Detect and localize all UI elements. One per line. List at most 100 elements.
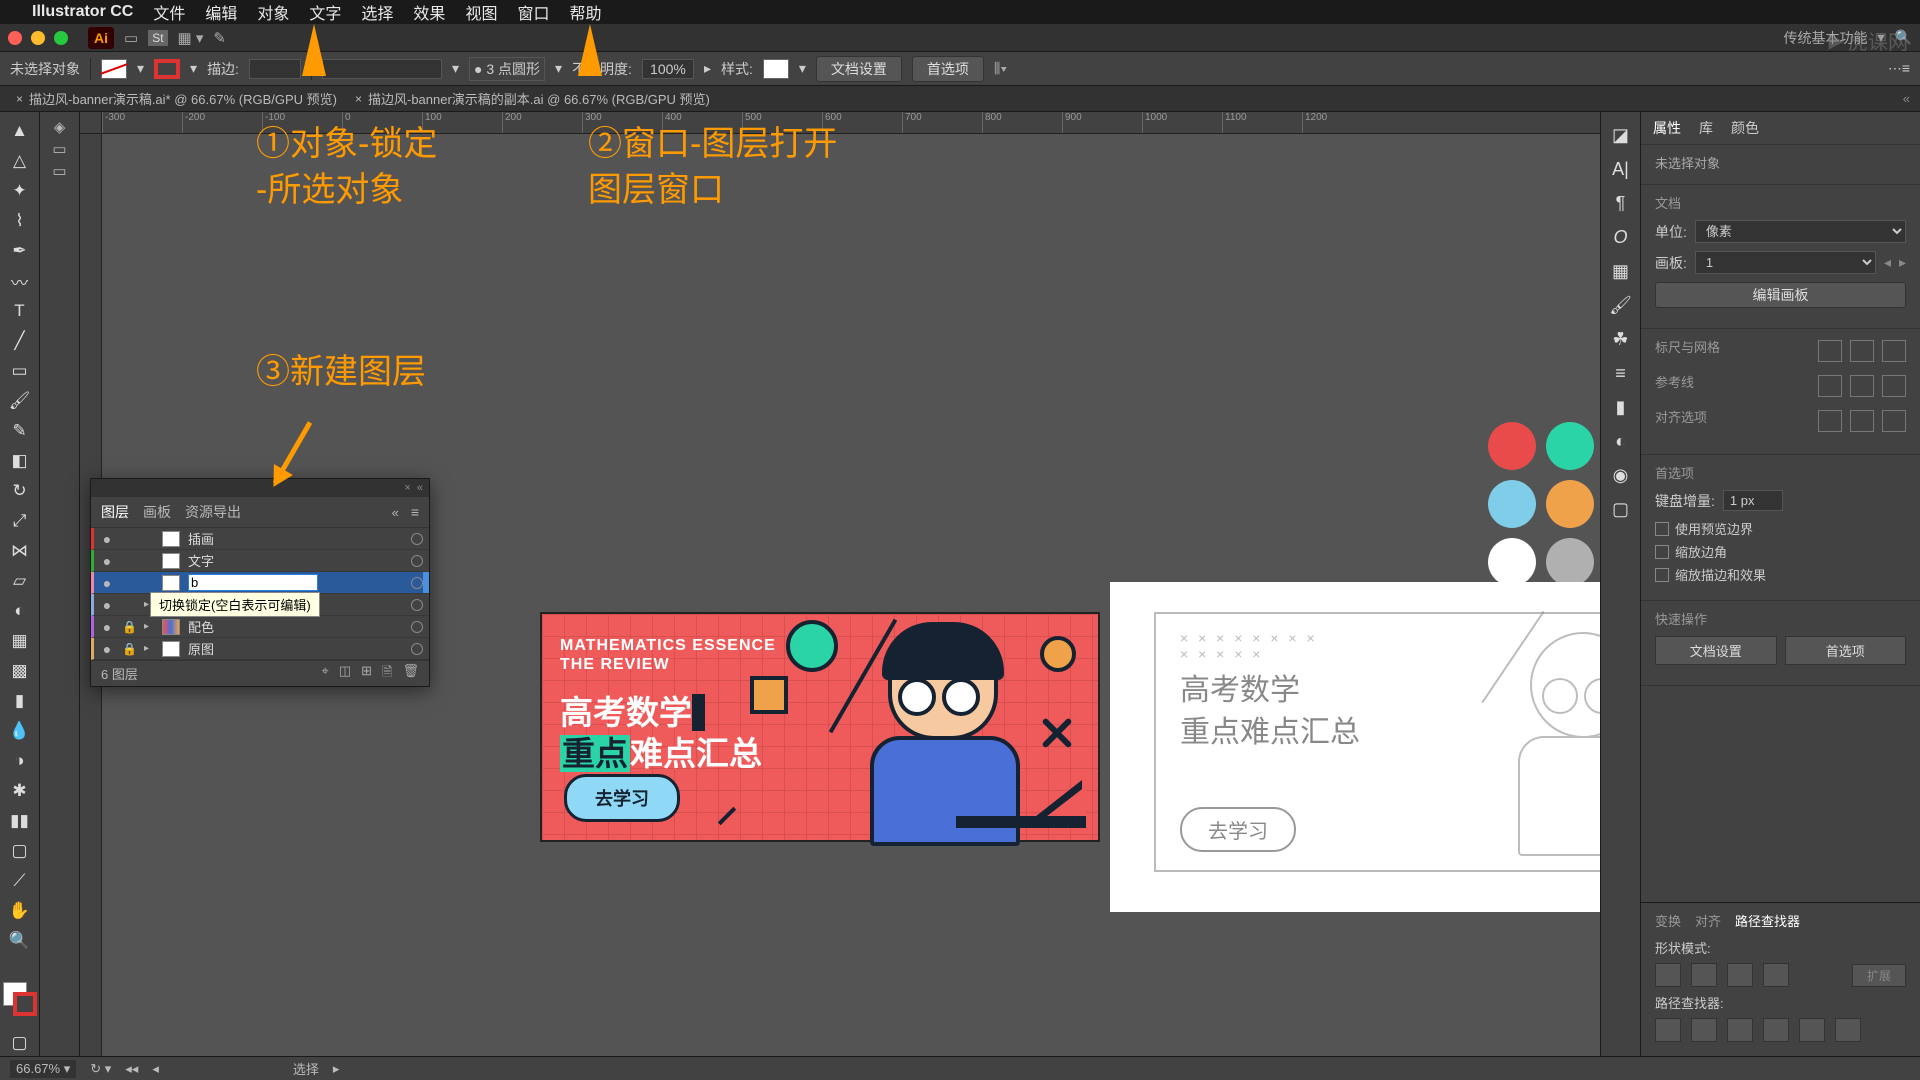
guides-show-icon[interactable] bbox=[1818, 375, 1842, 397]
minimize-window-icon[interactable] bbox=[31, 31, 45, 45]
hand-tool-icon[interactable]: ✋ bbox=[6, 898, 34, 924]
crop-icon[interactable] bbox=[1763, 1018, 1789, 1042]
zoom-tool-icon[interactable]: 🔍 bbox=[6, 928, 34, 954]
visibility-toggle-icon[interactable]: ● bbox=[100, 553, 114, 569]
swatches-panel-icon[interactable]: ▦ bbox=[1608, 258, 1634, 284]
rectangle-tool-icon[interactable]: ▭ bbox=[6, 358, 34, 384]
snap-pixel-icon[interactable] bbox=[1818, 410, 1842, 432]
minus-front-icon[interactable] bbox=[1691, 963, 1717, 987]
exclude-icon[interactable] bbox=[1763, 963, 1789, 987]
horizontal-ruler[interactable]: -300-200-1000100200300400500600700800900… bbox=[102, 112, 1600, 134]
stroke-weight-input[interactable] bbox=[249, 59, 301, 79]
guides-lock-icon[interactable] bbox=[1850, 375, 1874, 397]
character-panel-icon[interactable]: A| bbox=[1608, 156, 1634, 182]
slice-tool-icon[interactable]: ⟋ bbox=[6, 868, 34, 894]
paintbrush-tool-icon[interactable]: 🖌 bbox=[6, 388, 34, 414]
panel-grip[interactable]: × « bbox=[91, 479, 429, 497]
stock-icon[interactable]: St bbox=[148, 30, 167, 46]
eyedropper-tool-icon[interactable]: 💧 bbox=[6, 718, 34, 744]
graphic-style-swatch[interactable] bbox=[763, 59, 789, 79]
layer-row[interactable]: ●🔒▸配色 bbox=[91, 616, 429, 638]
artboard-tool-icon[interactable]: ▢ bbox=[6, 838, 34, 864]
fill-stroke-control[interactable] bbox=[3, 982, 37, 1016]
units-select[interactable]: 像素 bbox=[1695, 220, 1906, 243]
align-to-icon[interactable]: ⫼▾ bbox=[994, 60, 1007, 77]
color-panel-icon[interactable]: ◪ bbox=[1608, 122, 1634, 148]
unite-icon[interactable] bbox=[1655, 963, 1681, 987]
lock-toggle-icon[interactable]: 🔒 bbox=[122, 642, 136, 656]
gpu-icon[interactable]: ✎ bbox=[213, 29, 226, 47]
tab-layers[interactable]: 图层 bbox=[101, 502, 129, 522]
artboard-nav-icon[interactable]: ◂ bbox=[152, 1061, 159, 1077]
locate-layer-icon[interactable]: ⌖ bbox=[322, 663, 329, 685]
new-sublayer-icon[interactable]: ⊞ bbox=[361, 663, 372, 685]
tab-pathfinder[interactable]: 路径查找器 bbox=[1735, 911, 1800, 930]
opacity-input[interactable] bbox=[642, 59, 694, 79]
visibility-toggle-icon[interactable]: ● bbox=[100, 597, 114, 613]
target-icon[interactable] bbox=[411, 621, 423, 633]
lock-toggle-icon[interactable]: 🔒 bbox=[122, 620, 136, 634]
blend-tool-icon[interactable]: ◑ bbox=[6, 748, 34, 774]
symbols-panel-icon[interactable]: ☘ bbox=[1608, 326, 1634, 352]
menu-select[interactable]: 选择 bbox=[361, 0, 393, 24]
target-icon[interactable] bbox=[411, 533, 423, 545]
layer-name-input[interactable] bbox=[188, 574, 318, 591]
selection-tool-icon[interactable]: ▲ bbox=[6, 118, 34, 144]
artboards-panel-icon[interactable]: ▭ bbox=[52, 140, 66, 158]
menu-type[interactable]: 文字 bbox=[309, 0, 341, 24]
artboard-select[interactable]: 1 bbox=[1695, 251, 1876, 274]
visibility-toggle-icon[interactable]: ● bbox=[100, 575, 114, 591]
graphic-styles-panel-icon[interactable]: ▢ bbox=[1608, 496, 1634, 522]
width-tool-icon[interactable]: ⋈ bbox=[6, 538, 34, 564]
zoom-window-icon[interactable] bbox=[54, 31, 68, 45]
menu-window[interactable]: 窗口 bbox=[517, 0, 549, 24]
scale-tool-icon[interactable]: ⤢ bbox=[6, 508, 34, 534]
fill-swatch[interactable] bbox=[101, 59, 127, 79]
target-icon[interactable] bbox=[411, 599, 423, 611]
stroke-swatch[interactable] bbox=[154, 59, 180, 79]
tab-color[interactable]: 颜色 bbox=[1731, 118, 1759, 138]
menu-help[interactable]: 帮助 bbox=[569, 0, 601, 24]
preferences-button[interactable]: 首选项 bbox=[912, 56, 984, 82]
panel-collapse-icon[interactable]: « bbox=[392, 505, 397, 520]
ruler-toggle-icon[interactable] bbox=[1818, 340, 1842, 362]
stroke-panel-icon[interactable]: ≡ bbox=[1608, 360, 1634, 386]
asset-export-panel-icon[interactable]: ▭ bbox=[52, 162, 66, 180]
lasso-tool-icon[interactable]: ⌇ bbox=[6, 208, 34, 234]
screen-mode-icon[interactable]: ▢ bbox=[6, 1030, 34, 1056]
layers-panel-icon[interactable]: ◈ bbox=[54, 118, 66, 136]
gradient-panel-icon[interactable]: ▮ bbox=[1608, 394, 1634, 420]
target-icon[interactable] bbox=[411, 577, 423, 589]
grid-toggle-icon[interactable] bbox=[1850, 340, 1874, 362]
use-preview-bounds-checkbox[interactable]: 使用预览边界 bbox=[1655, 519, 1906, 538]
perspective-tool-icon[interactable]: ▦ bbox=[6, 628, 34, 654]
layer-row[interactable]: ● bbox=[91, 572, 429, 594]
stroke-color-icon[interactable] bbox=[13, 992, 37, 1016]
trim-icon[interactable] bbox=[1691, 1018, 1717, 1042]
panel-close-icon[interactable]: × bbox=[404, 482, 410, 494]
target-icon[interactable] bbox=[411, 555, 423, 567]
close-tab-icon[interactable]: × bbox=[16, 92, 23, 106]
close-window-icon[interactable] bbox=[8, 31, 22, 45]
tab-properties[interactable]: 属性 bbox=[1653, 118, 1681, 138]
quick-doc-setup-button[interactable]: 文档设置 bbox=[1655, 636, 1777, 665]
transparency-panel-icon[interactable]: ◐ bbox=[1608, 428, 1634, 454]
direct-selection-tool-icon[interactable]: △ bbox=[6, 148, 34, 174]
shaper-tool-icon[interactable]: ✎ bbox=[6, 418, 34, 444]
merge-icon[interactable] bbox=[1727, 1018, 1753, 1042]
artboard-nav-prev-icon[interactable]: ◂◂ bbox=[125, 1061, 138, 1077]
delete-layer-icon[interactable]: 🗑 bbox=[402, 663, 419, 685]
tab-libraries[interactable]: 库 bbox=[1699, 118, 1713, 138]
menu-object[interactable]: 对象 bbox=[257, 0, 289, 24]
new-layer-icon[interactable]: 🗎 bbox=[382, 663, 392, 685]
layers-panel[interactable]: × « 图层 画板 资源导出 « ≡ ●插画●文字●●▸●🔒▸配色●🔒▸原图 6… bbox=[90, 478, 430, 687]
rotate-tool-icon[interactable]: ↻ bbox=[6, 478, 34, 504]
tab-transform[interactable]: 变换 bbox=[1655, 911, 1681, 930]
intersect-icon[interactable] bbox=[1727, 963, 1753, 987]
minus-back-icon[interactable] bbox=[1835, 1018, 1861, 1042]
appearance-panel-icon[interactable]: ◉ bbox=[1608, 462, 1634, 488]
eraser-tool-icon[interactable]: ◧ bbox=[6, 448, 34, 474]
outline-icon[interactable] bbox=[1799, 1018, 1825, 1042]
column-graph-tool-icon[interactable]: ▮▮ bbox=[6, 808, 34, 834]
free-transform-tool-icon[interactable]: ▱ bbox=[6, 568, 34, 594]
